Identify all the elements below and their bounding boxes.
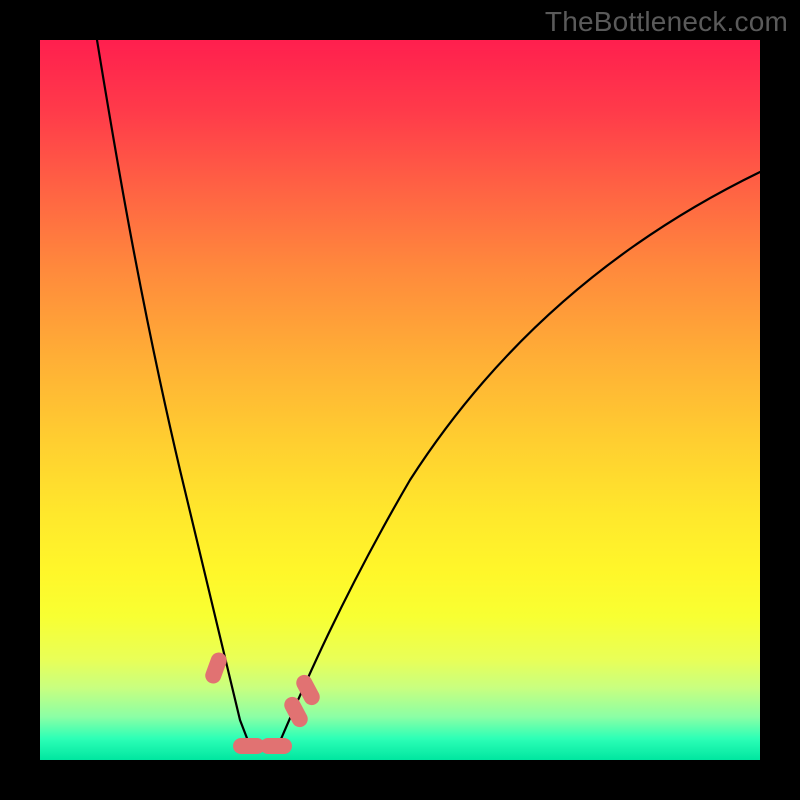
chart-svg [40, 40, 760, 760]
watermark-text: TheBottleneck.com [545, 6, 788, 38]
marker-group [203, 650, 323, 754]
curve-right [278, 172, 760, 746]
curve-left [97, 40, 250, 746]
lozenge-marker [260, 738, 292, 754]
plot-area [40, 40, 760, 760]
